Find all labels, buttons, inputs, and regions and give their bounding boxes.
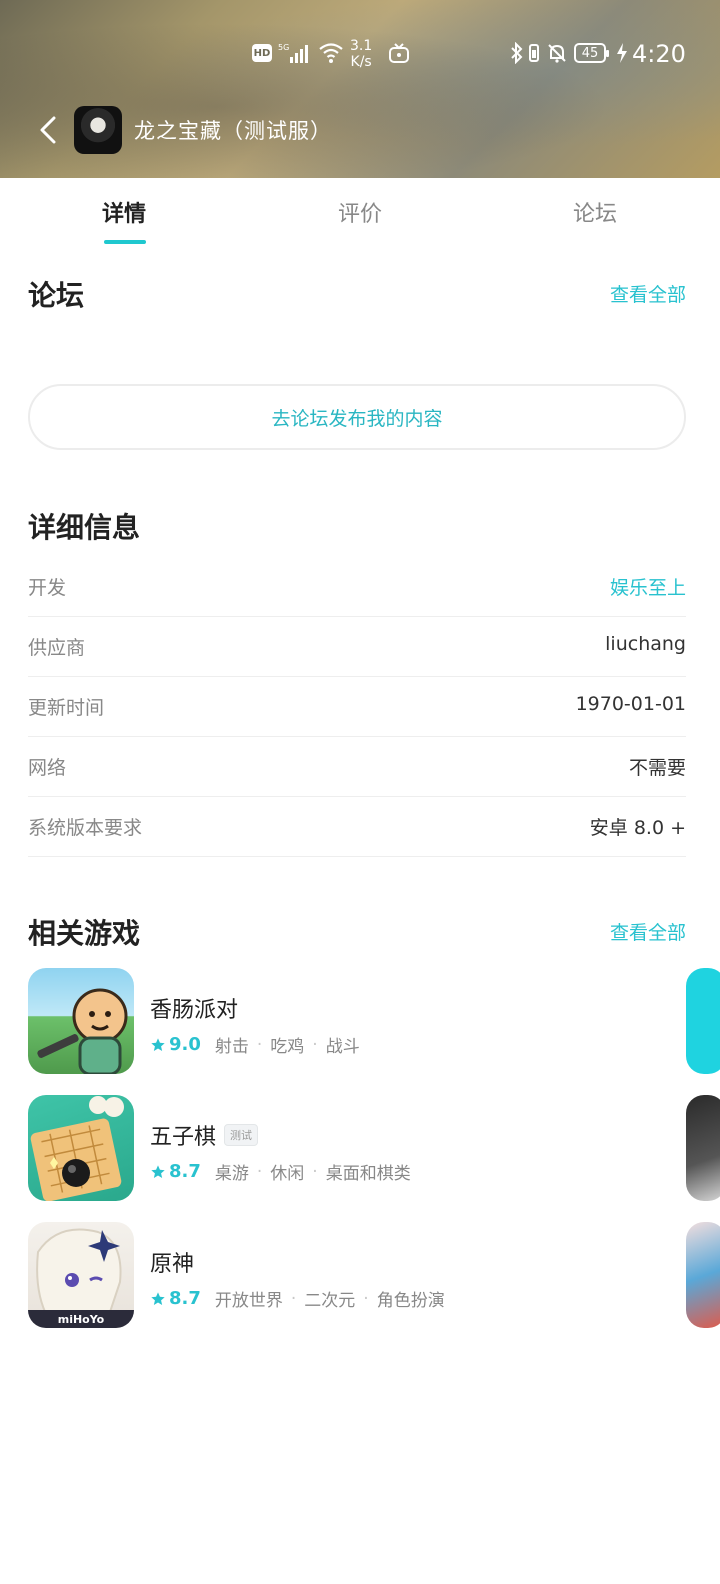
vibrate-icon — [529, 44, 539, 62]
forum-post-button[interactable]: 去论坛发布我的内容 — [28, 384, 686, 450]
game-meta: 8.7 桌游 · 休闲 · 桌面和棋类 — [150, 1159, 411, 1184]
related-game-item[interactable]: miHoYo 原神 8.7 开放世界 · 二次元 · 角色扮演 — [28, 1222, 688, 1330]
related-game-item[interactable]: 香肠派对 9.0 射击 · 吃鸡 · 战斗 — [28, 968, 688, 1076]
info-value: 安卓 8.0 + — [589, 817, 686, 839]
header-banner: HD 5G 3.1 K/s 45 4:20 龙之宝藏（测试服） — [0, 0, 720, 178]
game-name: 原神 — [150, 1246, 194, 1278]
game-tag: 战斗 — [325, 1037, 360, 1057]
game-title: 五子棋 — [150, 1125, 217, 1150]
test-badge: 测试 — [224, 1124, 259, 1146]
peek-game-icon[interactable] — [686, 1222, 720, 1328]
forum-section-title: 论坛 — [28, 279, 85, 312]
game-tag: 吃鸡 — [270, 1037, 305, 1057]
app-icon — [74, 106, 122, 154]
game-icon — [28, 968, 134, 1074]
network-speed: 3.1 K/s — [350, 38, 372, 70]
tab-indicator — [104, 240, 146, 244]
related-see-all-link[interactable]: 查看全部 — [610, 918, 686, 945]
sausage-character-icon — [37, 988, 128, 1074]
tab-reviews[interactable]: 评价 — [300, 196, 420, 228]
info-value: 不需要 — [628, 757, 686, 779]
peek-game-icon[interactable] — [686, 1095, 720, 1201]
game-tag: 二次元 — [304, 1291, 356, 1311]
tv-app-icon — [389, 43, 409, 63]
separator-dot: · — [256, 1034, 263, 1055]
info-row-update-time: 更新时间 1970-01-01 — [28, 677, 686, 737]
separator-dot: · — [312, 1161, 318, 1182]
info-value: liuchang — [605, 633, 686, 655]
chevron-left-icon — [40, 116, 56, 144]
svg-text:5G: 5G — [278, 43, 289, 52]
details-section-title: 详细信息 — [28, 511, 141, 544]
forum-see-all-link[interactable]: 查看全部 — [610, 280, 686, 307]
game-icon — [28, 1095, 134, 1201]
related-games-title: 相关游戏 — [28, 917, 141, 950]
game-name: 五子棋 测试 — [150, 1119, 259, 1151]
gomoku-board-icon — [30, 1096, 124, 1201]
info-row-network: 网络 不需要 — [28, 737, 686, 797]
rating-value: 8.7 — [169, 1288, 201, 1309]
genshin-character-icon: miHoYo — [28, 1228, 134, 1328]
wifi-icon — [319, 43, 343, 63]
info-row-developer: 开发 娱乐至上 — [28, 557, 686, 617]
info-row-vendor: 供应商 liuchang — [28, 617, 686, 677]
info-row-system-requirement: 系统版本要求 安卓 8.0 + — [28, 797, 686, 857]
game-tag: 休闲 — [270, 1164, 305, 1184]
game-tag: 桌游 — [214, 1164, 249, 1184]
info-value: 1970-01-01 — [575, 693, 686, 715]
info-label: 更新时间 — [28, 697, 105, 719]
game-meta: 8.7 开放世界 · 二次元 · 角色扮演 — [150, 1286, 445, 1311]
separator-dot: · — [290, 1288, 297, 1309]
rating-value: 9.0 — [169, 1034, 201, 1055]
game-tag: 角色扮演 — [376, 1291, 445, 1311]
network-speed-unit: K/s — [350, 54, 372, 70]
tab-forum[interactable]: 论坛 — [535, 196, 655, 228]
peek-card-action[interactable] — [686, 968, 720, 1074]
separator-dot: · — [363, 1288, 369, 1309]
game-rating: 9.0 — [150, 1034, 201, 1055]
info-label: 供应商 — [28, 637, 86, 659]
star-icon — [151, 1037, 165, 1051]
game-tag: 射击 — [214, 1037, 249, 1057]
icon-brand-text: miHoYo — [58, 1313, 105, 1326]
developer-link[interactable]: 娱乐至上 — [610, 573, 686, 600]
game-meta: 9.0 射击 · 吃鸡 · 战斗 — [150, 1032, 360, 1057]
status-bar: HD 5G 3.1 K/s 45 4:20 — [0, 28, 720, 78]
game-rating: 8.7 — [150, 1288, 201, 1309]
info-label: 网络 — [28, 757, 67, 779]
separator-dot: · — [312, 1034, 318, 1055]
info-label: 系统版本要求 — [28, 817, 143, 839]
separator-dot: · — [256, 1161, 263, 1182]
game-icon: miHoYo — [28, 1222, 134, 1328]
clock: 4:20 — [632, 40, 686, 68]
tab-details[interactable]: 详情 — [64, 196, 184, 228]
mute-bell-icon — [548, 44, 566, 63]
star-icon — [151, 1291, 165, 1305]
charging-icon — [617, 43, 627, 63]
app-bar: 龙之宝藏（测试服） — [0, 96, 720, 166]
tab-bar: 详情 评价 论坛 — [0, 178, 720, 246]
game-title: 原神 — [150, 1252, 195, 1277]
game-name: 香肠派对 — [150, 992, 238, 1024]
game-tag: 开放世界 — [214, 1291, 283, 1311]
app-title: 龙之宝藏（测试服） — [134, 119, 332, 143]
game-rating: 8.7 — [150, 1161, 201, 1182]
star-icon — [151, 1164, 165, 1178]
info-label: 开发 — [28, 577, 67, 599]
network-speed-value: 3.1 — [350, 38, 373, 54]
game-tag: 桌面和棋类 — [325, 1164, 411, 1184]
5g-signal-icon: 5G — [278, 43, 308, 63]
game-title: 香肠派对 — [150, 998, 239, 1023]
back-button[interactable] — [30, 110, 70, 150]
battery-indicator: 45 — [574, 43, 609, 63]
rating-value: 8.7 — [169, 1161, 201, 1182]
related-game-item[interactable]: 五子棋 测试 8.7 桌游 · 休闲 · 桌面和棋类 — [28, 1095, 688, 1203]
hd-badge: HD — [252, 44, 272, 62]
bluetooth-icon — [511, 42, 523, 64]
